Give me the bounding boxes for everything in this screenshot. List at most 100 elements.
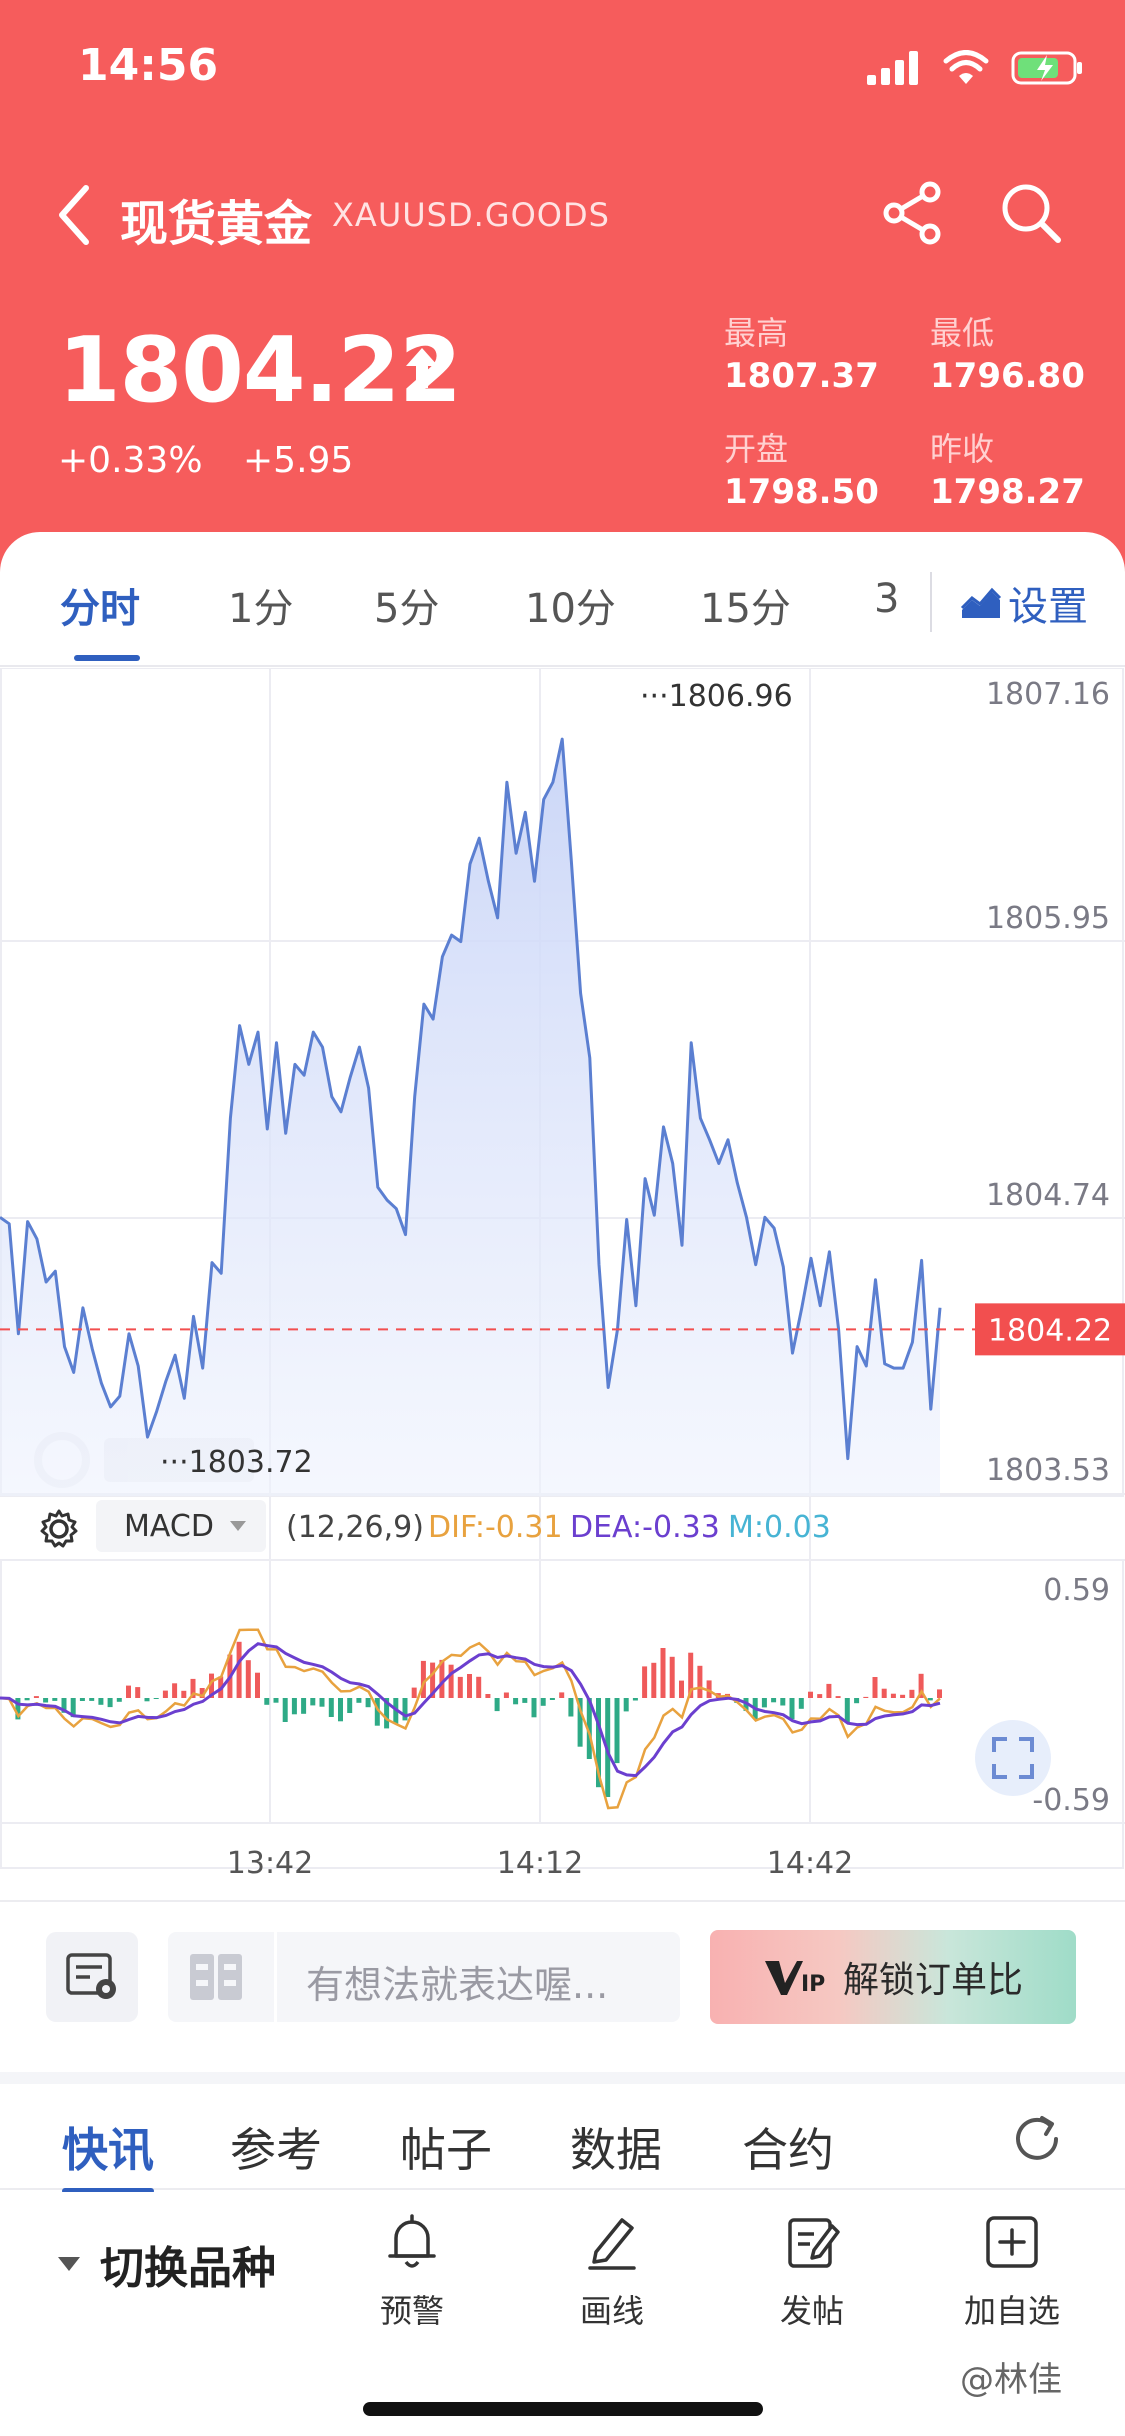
tab-posts[interactable]: 帖子 [400, 2114, 492, 2180]
last-price: 1804.22 [58, 318, 462, 423]
x-axis-label-2: 14:42 [767, 1846, 853, 1881]
macd-bar [448, 1664, 454, 1698]
macd-bar [264, 1698, 270, 1705]
macd-y-min: -0.59 [1032, 1783, 1110, 1818]
chart-settings-label: 设置 [1008, 584, 1088, 630]
stat-high-label: 最高 [724, 314, 789, 352]
x-axis-label-1: 14:12 [497, 1846, 583, 1881]
tab-flash-news[interactable]: 快讯 [62, 2114, 154, 2180]
share-icon[interactable] [880, 180, 946, 246]
macd-params: (12,26,9) [286, 1510, 424, 1545]
tab-1min[interactable]: 1分 [228, 576, 293, 634]
draw-line-button[interactable]: 画线 [532, 2212, 692, 2342]
current-price-tag-text: 1804.22 [988, 1313, 1112, 1348]
create-post-button[interactable]: 发帖 [732, 2212, 892, 2342]
macd-bar [356, 1698, 362, 1703]
macd-bar [927, 1698, 933, 1701]
macd-bar [144, 1698, 150, 1702]
top-nav: 现货黄金 XAUUSD.GOODS [0, 160, 1125, 270]
y-axis-label-0: 1807.16 [986, 677, 1110, 712]
svg-text:IP: IP [801, 1972, 825, 1997]
switch-symbol-button[interactable]: 切换品种 [58, 2232, 276, 2296]
vip-unlock-button[interactable]: IP 解锁订单比 [710, 1930, 1076, 2024]
indicator-select[interactable]: MACD [96, 1500, 266, 1552]
comment-input[interactable]: 有想法就表达喔... [168, 1932, 680, 2022]
refresh-icon[interactable] [1010, 2112, 1064, 2166]
min-price-marker: ···1803.72 [160, 1445, 313, 1480]
min-price-value: 1803.72 [189, 1445, 313, 1480]
macd-bar [679, 1680, 684, 1698]
macd-bar [522, 1698, 528, 1703]
macd-bar [89, 1698, 95, 1701]
action-row: 有想法就表达喔... IP 解锁订单比 [0, 1900, 1125, 2040]
macd-bar [43, 1698, 49, 1703]
macd-bar [310, 1698, 316, 1706]
wifi-icon [943, 50, 989, 84]
quote-header: 14:56 现货黄金 XAUUSD.GOODS 1804.22 +0.33% +… [0, 0, 1125, 600]
author-watermark: @林佳 [960, 2360, 1062, 2400]
indicator-gear-icon[interactable] [38, 1508, 80, 1550]
macd-bar [854, 1698, 860, 1704]
tab-data[interactable]: 数据 [570, 2114, 662, 2180]
macd-bar [559, 1692, 565, 1698]
macd-bar [881, 1688, 887, 1698]
news-tabs: 快讯 参考 帖子 数据 合约 [0, 2072, 1125, 2194]
add-box-icon [986, 2216, 1038, 2268]
vip-unlock-text: 解锁订单比 [842, 1960, 1023, 2001]
symbol-code: XAUUSD.GOODS [332, 196, 610, 234]
macd-bar [301, 1698, 307, 1714]
tab-10min[interactable]: 10分 [525, 576, 616, 634]
alert-button[interactable]: 预警 [332, 2212, 492, 2342]
tab-5min[interactable]: 5分 [374, 576, 439, 634]
macd-bar [835, 1696, 841, 1698]
macd-bar [24, 1698, 30, 1701]
tab-reference[interactable]: 参考 [230, 2114, 322, 2180]
macd-bar [33, 1696, 39, 1698]
intraday-chart[interactable]: 1804.22 1807.16 1805.95 1804.74 1803.53 … [0, 668, 1125, 1898]
search-icon[interactable] [998, 180, 1064, 246]
status-bar: 14:56 [0, 0, 1125, 140]
chart-settings-button[interactable]: 设置 [960, 574, 1088, 632]
back-icon[interactable] [50, 182, 100, 248]
caret-down-icon [58, 2257, 80, 2271]
macd-bar [798, 1698, 804, 1709]
tab-intraday[interactable]: 分时 [60, 576, 140, 634]
macd-bar [79, 1698, 85, 1701]
note-button[interactable] [46, 1932, 138, 2022]
add-watchlist-label: 加自选 [963, 2292, 1060, 2330]
price-up-arrow-icon [406, 348, 438, 388]
switch-symbol-label: 切换品种 [100, 2243, 276, 2294]
macd-bar [319, 1698, 325, 1707]
tab-divider [930, 572, 932, 632]
signal-icon [867, 51, 918, 85]
macd-bar [457, 1676, 463, 1698]
edit-post-icon [788, 2218, 840, 2268]
macd-bar [282, 1698, 288, 1722]
chart-settings-icon [960, 587, 1002, 618]
tab-contracts[interactable]: 合约 [742, 2114, 834, 2180]
macd-bar [808, 1691, 813, 1698]
y-axis-label-3: 1803.53 [986, 1453, 1110, 1488]
tab-15min[interactable]: 15分 [700, 576, 791, 634]
macd-bar [651, 1662, 657, 1698]
macd-bar [761, 1698, 767, 1708]
current-price-tag: 1804.22 [975, 1303, 1125, 1356]
macd-bar [411, 1687, 417, 1698]
macd-y-max: 0.59 [1043, 1573, 1110, 1608]
macd-dea-line [0, 1642, 941, 1778]
macd-bar [531, 1698, 537, 1718]
fullscreen-button[interactable] [975, 1720, 1051, 1796]
macd-bar [172, 1683, 178, 1698]
y-axis-label-2: 1804.74 [986, 1178, 1110, 1213]
note-settings-icon [66, 1953, 116, 1999]
tab-3[interactable]: 3 [874, 576, 899, 622]
macd-bar [467, 1674, 472, 1698]
stat-high-value: 1807.37 [724, 356, 879, 396]
add-watchlist-button[interactable]: 加自选 [932, 2212, 1092, 2342]
indicator-bar: MACD (12,26,9) DIF:-0.31 DEA:-0.33 M:0.0… [0, 1500, 1125, 1556]
macd-bar [236, 1641, 242, 1698]
symbol-name: 现货黄金 [120, 196, 313, 252]
macd-bar [890, 1693, 896, 1698]
macd-bar [789, 1698, 795, 1720]
change-amount: +5.95 [243, 440, 354, 481]
